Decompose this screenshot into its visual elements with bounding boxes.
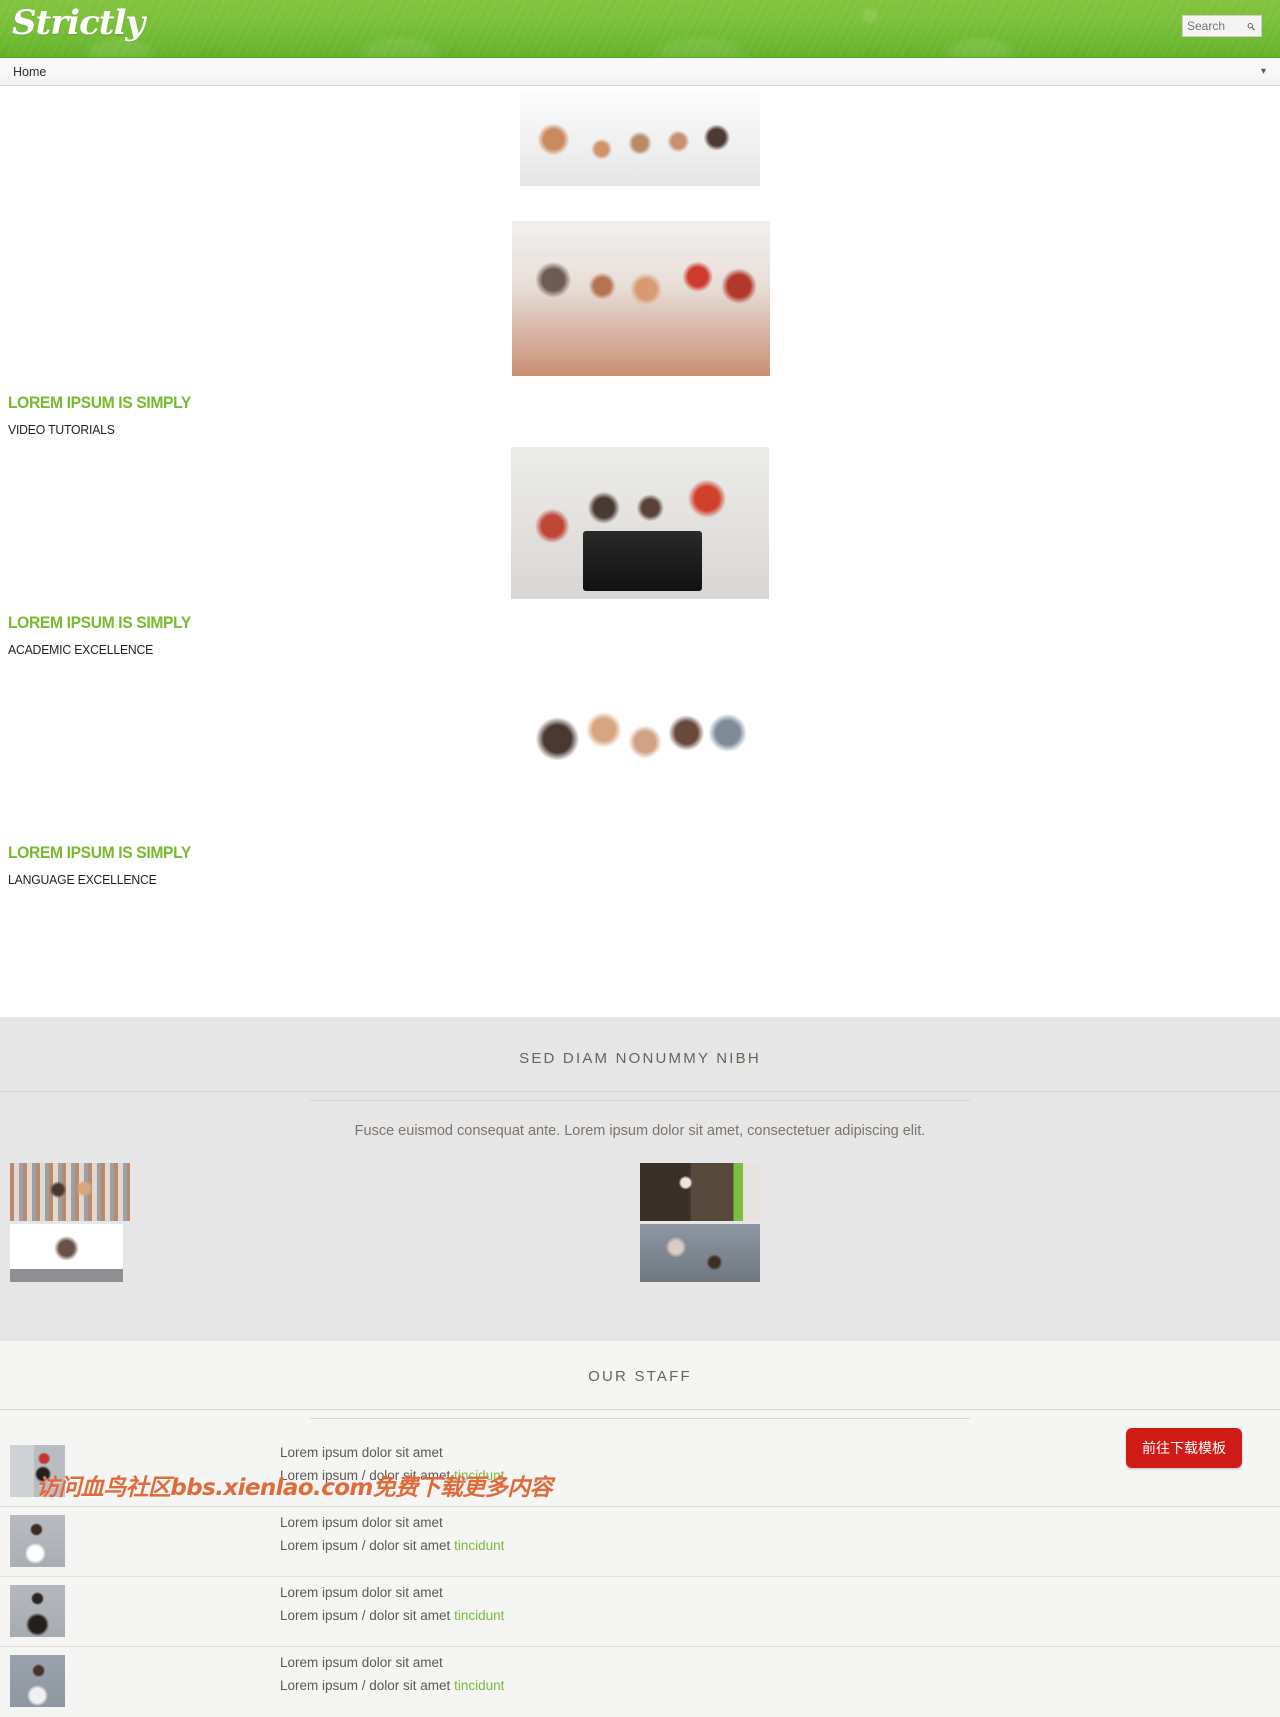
staff-name: Lorem ipsum dolor sit amet: [280, 1655, 443, 1670]
staff-avatar-4[interactable]: [10, 1655, 65, 1707]
team-meeting-photo[interactable]: [520, 89, 760, 186]
banner-caption-1: LOREM IPSUM IS SIMPLY VIDEO TUTORIALS: [8, 393, 207, 437]
staff-role-prefix: Lorem ipsum / dolor sit amet: [280, 1678, 455, 1693]
staff-info-3: Lorem ipsum dolor sit amet Lorem ipsum /…: [280, 1585, 504, 1623]
student-books-thumb[interactable]: [10, 1224, 123, 1282]
gallery-title: SED DIAM NONUMMY NIBH: [519, 1050, 761, 1067]
gallery-description: Fusce euismod consequat ante. Lorem ipsu…: [354, 1123, 926, 1139]
banner-row-1: [0, 86, 1280, 221]
staff-role-highlight[interactable]: tincidunt: [454, 1538, 504, 1553]
staff-divider-outer: [0, 1409, 1280, 1410]
staff-list-item[interactable]: Lorem ipsum dolor sit amet Lorem ipsum /…: [0, 1577, 1280, 1647]
staff-list-item[interactable]: Lorem ipsum dolor sit amet Lorem ipsum /…: [0, 1647, 1280, 1717]
staff-role: Lorem ipsum / dolor sit amet tincidunt: [280, 1608, 504, 1623]
classroom-students-photo[interactable]: [512, 221, 770, 376]
download-template-button[interactable]: 前往下载模板: [1126, 1428, 1242, 1468]
search-icon[interactable]: [1241, 16, 1261, 36]
lecture-hall-thumb[interactable]: [640, 1163, 760, 1221]
gallery-section: SED DIAM NONUMMY NIBH Fusce euismod cons…: [0, 1017, 1280, 1341]
staff-info-4: Lorem ipsum dolor sit amet Lorem ipsum /…: [280, 1655, 504, 1693]
staff-name: Lorem ipsum dolor sit amet: [280, 1445, 443, 1460]
staff-list-item[interactable]: Lorem ipsum dolor sit amet Lorem ipsum /…: [0, 1507, 1280, 1577]
header-floral-pattern: [0, 0, 1280, 57]
search-box[interactable]: [1182, 15, 1262, 37]
staff-role: Lorem ipsum / dolor sit amet tincidunt: [280, 1678, 504, 1693]
staff-avatar-2[interactable]: [10, 1515, 65, 1567]
staff-role-prefix: Lorem ipsum / dolor sit amet: [280, 1608, 455, 1623]
banner-subtitle-3: LANGUAGE EXCELLENCE: [8, 872, 157, 887]
banner-title-1: LOREM IPSUM IS SIMPLY: [8, 393, 191, 412]
site-header: Strictly: [0, 0, 1280, 58]
banner-caption-2: LOREM IPSUM IS SIMPLY ACADEMIC EXCELLENC…: [8, 613, 207, 657]
search-icon-glyph: [1247, 22, 1255, 30]
banner-row-2: LOREM IPSUM IS SIMPLY VIDEO TUTORIALS: [0, 221, 1280, 439]
gallery-divider-inner: [310, 1100, 970, 1101]
search-input[interactable]: [1183, 16, 1241, 36]
staff-title: OUR STAFF: [588, 1368, 692, 1385]
gallery-divider-outer: [0, 1091, 1280, 1092]
raised-hands-thumb[interactable]: [640, 1224, 760, 1282]
students-laptop-photo-content: [511, 447, 769, 599]
nav-item-home[interactable]: Home: [0, 65, 46, 79]
banner-row-3: LOREM IPSUM IS SIMPLY ACADEMIC EXCELLENC…: [0, 439, 1280, 669]
banner-subtitle-2: ACADEMIC EXCELLENCE: [8, 642, 154, 657]
banner-title-3: LOREM IPSUM IS SIMPLY: [8, 843, 191, 862]
staff-role: Lorem ipsum / dolor sit amet tincidunt: [280, 1538, 504, 1553]
staff-role-prefix: Lorem ipsum / dolor sit amet: [280, 1538, 455, 1553]
staff-divider-inner: [310, 1418, 970, 1419]
site-logo[interactable]: Strictly: [12, 2, 145, 44]
staff-info-2: Lorem ipsum dolor sit amet Lorem ipsum /…: [280, 1515, 504, 1553]
staff-role-highlight[interactable]: tincidunt: [454, 1608, 504, 1623]
students-laptop-photo[interactable]: [511, 447, 769, 599]
banner-caption-3: LOREM IPSUM IS SIMPLY LANGUAGE EXCELLENC…: [8, 843, 207, 887]
team-meeting-photo-content: [520, 89, 760, 186]
banner-subtitle-1: VIDEO TUTORIALS: [8, 422, 115, 437]
students-group-photo-content: [511, 669, 769, 821]
staff-avatar-3[interactable]: [10, 1585, 65, 1637]
classroom-students-photo-content: [512, 221, 770, 376]
gallery-grid: [0, 1163, 1280, 1315]
students-group-photo[interactable]: [511, 669, 769, 821]
staff-section: OUR STAFF Lorem ipsum dolor sit amet Lor…: [0, 1341, 1280, 1717]
hero-banners: LOREM IPSUM IS SIMPLY VIDEO TUTORIALS LO…: [0, 86, 1280, 1017]
library-couple-thumb[interactable]: [10, 1163, 130, 1221]
banner-row-4: LOREM IPSUM IS SIMPLY LANGUAGE EXCELLENC…: [0, 669, 1280, 1017]
chevron-down-icon[interactable]: ▾: [1261, 66, 1266, 77]
banner-title-2: LOREM IPSUM IS SIMPLY: [8, 613, 191, 632]
main-nav[interactable]: Home ▾: [0, 58, 1280, 86]
staff-name: Lorem ipsum dolor sit amet: [280, 1515, 443, 1530]
site-watermark: 访问血鸟社区bbs.xienlao.com免费下载更多内容: [36, 1475, 553, 1501]
staff-role-highlight[interactable]: tincidunt: [454, 1678, 504, 1693]
staff-name: Lorem ipsum dolor sit amet: [280, 1585, 443, 1600]
